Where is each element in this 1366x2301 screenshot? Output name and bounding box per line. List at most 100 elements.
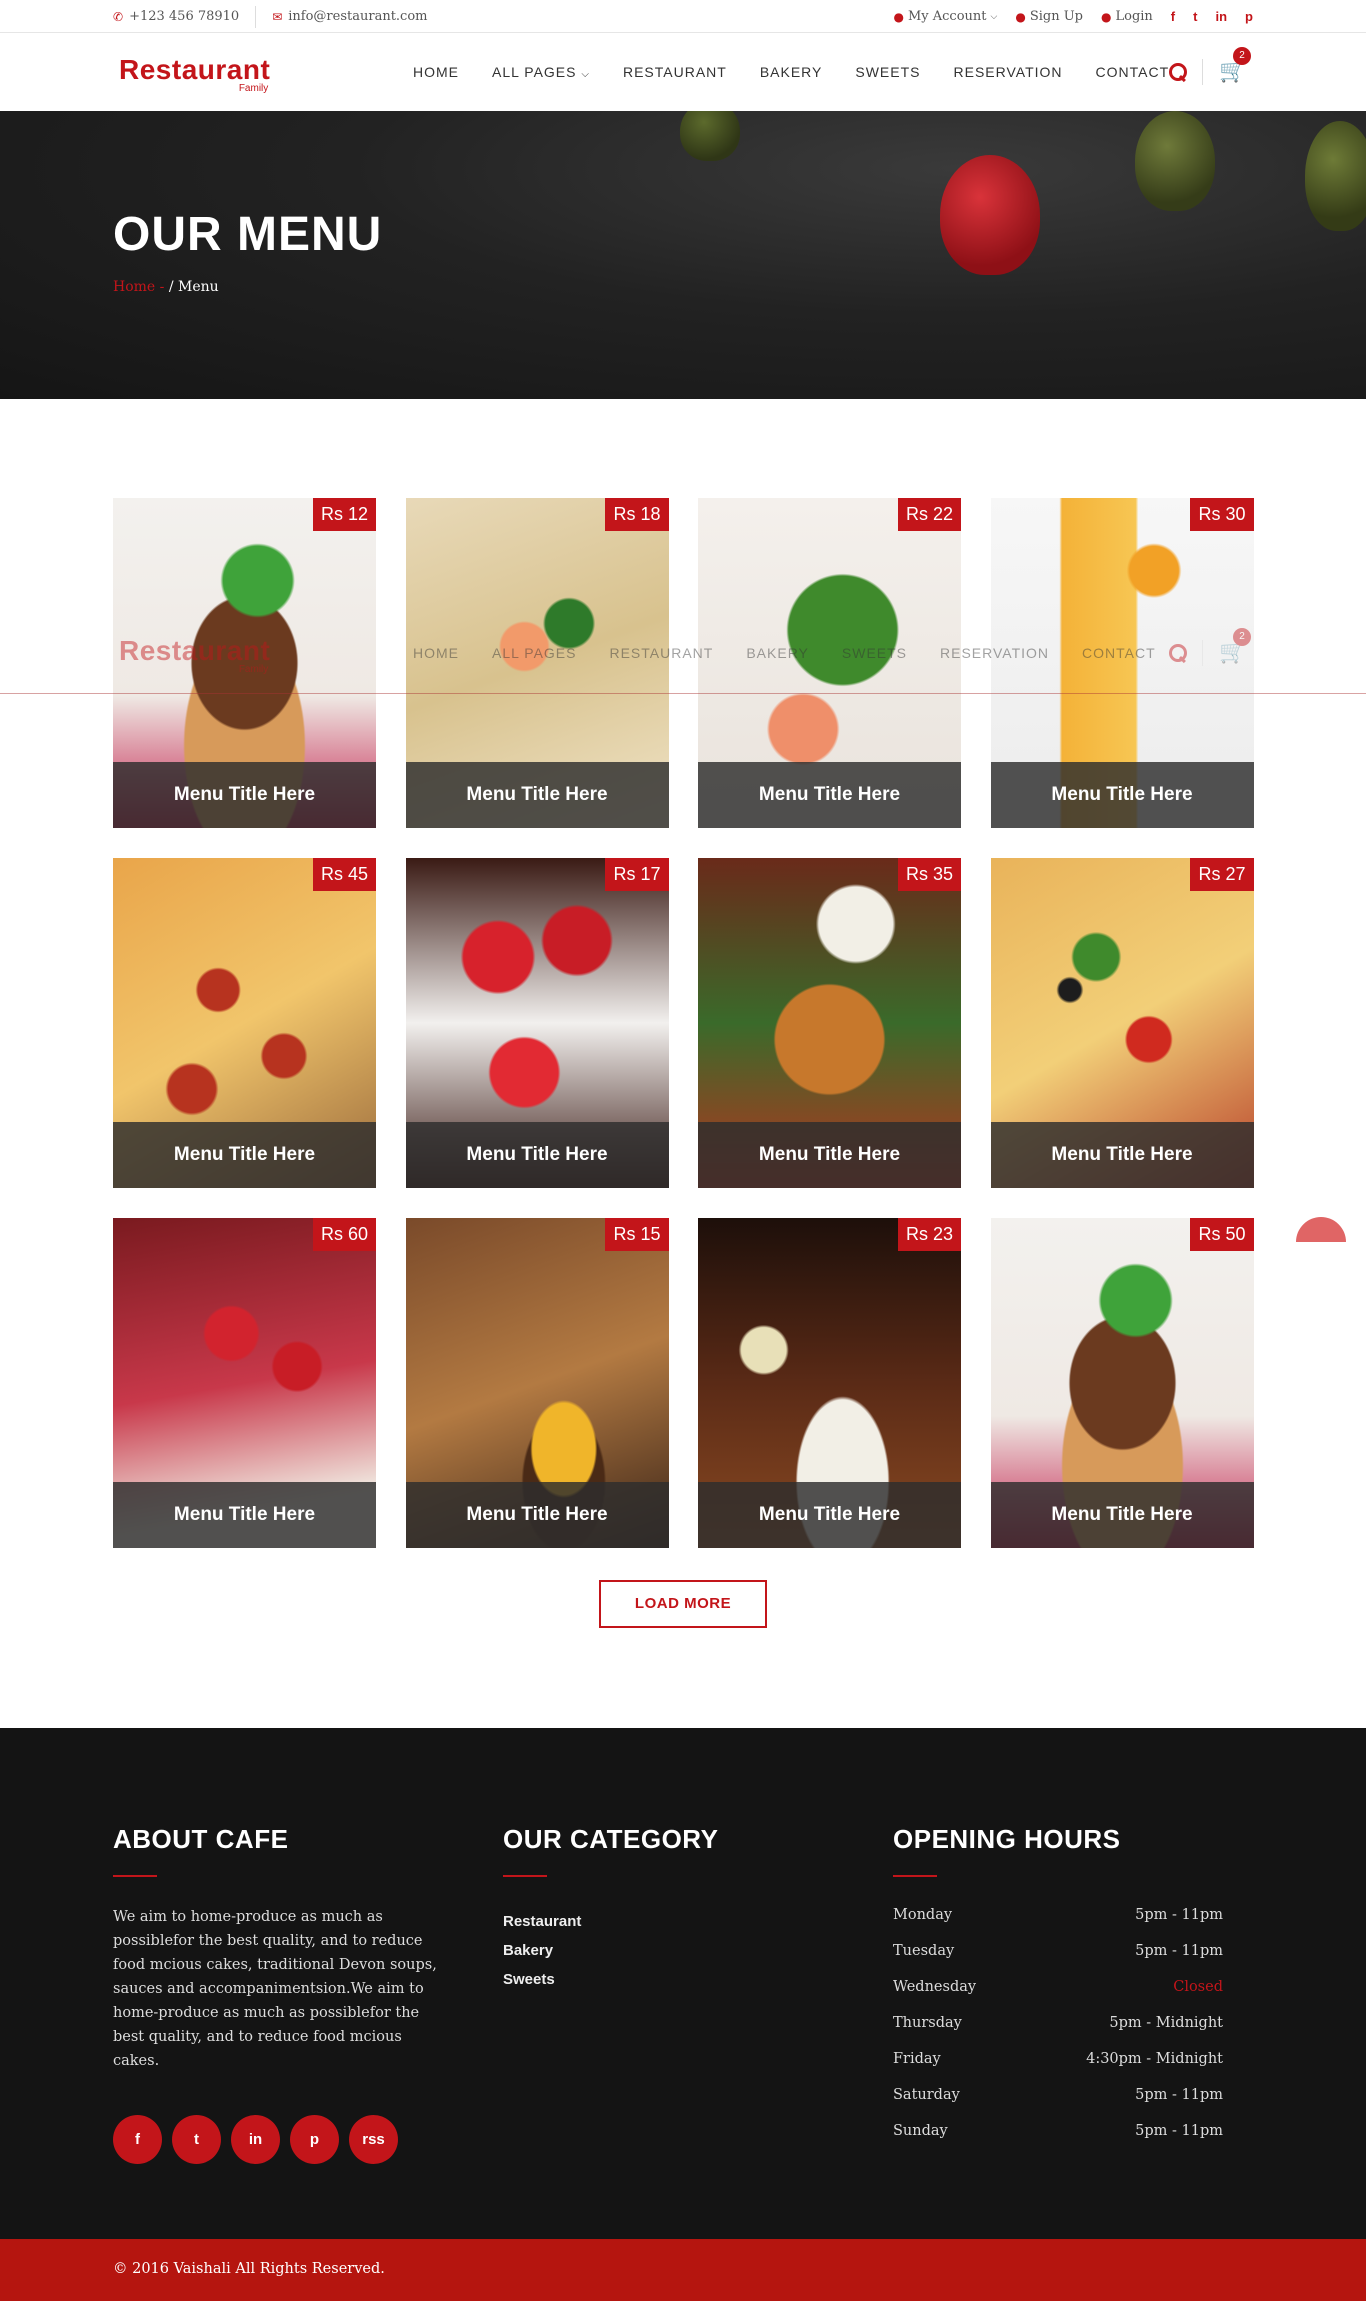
menu-card[interactable]: Rs 15 Menu Title Here: [405, 1218, 669, 1548]
hours-row: Thursday 5pm - Midnight: [893, 2015, 1223, 2051]
menu-card-title[interactable]: Menu Title Here: [990, 762, 1254, 828]
title-underline: [893, 1875, 937, 1877]
nav-all-pages[interactable]: ALL PAGES ⌵: [492, 64, 590, 80]
price-badge: Rs 18: [605, 498, 669, 531]
menu-card[interactable]: Rs 35 Menu Title Here: [698, 858, 961, 1188]
nav-restaurant[interactable]: RESTAURANT: [623, 64, 727, 80]
login-link[interactable]: ● Login: [1101, 9, 1153, 24]
facebook-icon[interactable]: f: [113, 2115, 162, 2164]
menu-card-title[interactable]: Menu Title Here: [405, 762, 669, 828]
my-account-label[interactable]: My Account: [908, 9, 987, 24]
chevron-down-icon: ⌵: [581, 69, 590, 80]
main-menu: HOME ALL PAGES ⌵ RESTAURANT BAKERY SWEET…: [413, 33, 1169, 111]
contact-info: ✆ +123 456 78910 ✉ info@restaurant.com: [113, 0, 428, 33]
facebook-icon[interactable]: f: [1171, 9, 1175, 24]
breadcrumb-home[interactable]: Home -: [113, 279, 164, 295]
copyright-text: © 2016 Vaishali All Rights Reserved.: [113, 2261, 385, 2277]
category-link-restaurant[interactable]: Restaurant: [503, 1907, 718, 1936]
logo-tagline: Family: [238, 83, 269, 94]
menu-card-title[interactable]: Menu Title Here: [698, 1482, 961, 1548]
load-more-button[interactable]: LOAD MORE: [599, 1580, 767, 1628]
price-badge: Rs 27: [1190, 858, 1254, 891]
page-banner: OUR MENU Home - / Menu: [0, 111, 1366, 399]
twitter-icon[interactable]: t: [172, 2115, 221, 2164]
footer-category-title: OUR CATEGORY: [503, 1824, 719, 1854]
price-badge: Rs 17: [605, 858, 669, 891]
main-navbar: Restaurant Family HOME ALL PAGES ⌵ RESTA…: [0, 33, 1366, 111]
nav-contact[interactable]: CONTACT: [1096, 64, 1170, 80]
menu-card-title[interactable]: Menu Title Here: [990, 1122, 1254, 1188]
hours-row: Tuesday 5pm - 11pm: [893, 1943, 1223, 1979]
menu-card-title[interactable]: Menu Title Here: [990, 1482, 1254, 1548]
pinterest-icon[interactable]: p: [1245, 9, 1253, 24]
linkedin-icon[interactable]: in: [231, 2115, 280, 2164]
top-bar: ✆ +123 456 78910 ✉ info@restaurant.com ●…: [0, 0, 1366, 33]
nav-sweets[interactable]: SWEETS: [855, 64, 920, 80]
pinterest-icon[interactable]: p: [290, 2115, 339, 2164]
menu-card[interactable]: Rs 12 Menu Title Here: [113, 498, 376, 828]
menu-card-title[interactable]: Menu Title Here: [698, 762, 961, 828]
scroll-top-button[interactable]: [1296, 1217, 1346, 1242]
hours-day: Thursday: [893, 2015, 962, 2031]
linkedin-icon[interactable]: in: [1215, 9, 1227, 24]
hours-time: 5pm - 11pm: [1135, 1907, 1223, 1923]
site-logo[interactable]: Restaurant Family: [119, 56, 270, 95]
menu-card[interactable]: Rs 45 Menu Title Here: [113, 858, 376, 1188]
cart-icon[interactable]: 🛒 2: [1219, 47, 1251, 83]
sign-up-link[interactable]: ● Sign Up: [1015, 9, 1083, 24]
hours-time: 4:30pm - Midnight: [1086, 2051, 1223, 2067]
menu-card-title[interactable]: Menu Title Here: [113, 1482, 376, 1548]
category-link-sweets[interactable]: Sweets: [503, 1965, 718, 1994]
hours-table: Monday 5pm - 11pm Tuesday 5pm - 11pm Wednesd…: [893, 1907, 1223, 2159]
menu-card[interactable]: Rs 23 Menu Title Here: [698, 1218, 961, 1548]
menu-card[interactable]: Rs 27 Menu Title Here: [990, 858, 1254, 1188]
menu-card[interactable]: Rs 17 Menu Title Here: [405, 858, 669, 1188]
price-badge: Rs 60: [312, 1218, 376, 1251]
menu-card[interactable]: Rs 30 Menu Title Here: [990, 498, 1254, 828]
strawberry-decoration: [1135, 111, 1215, 211]
lock-icon: ●: [1101, 9, 1112, 24]
category-link-bakery[interactable]: Bakery: [503, 1936, 718, 1965]
title-underline: [113, 1875, 157, 1877]
menu-card[interactable]: Rs 18 Menu Title Here: [405, 498, 669, 828]
hours-row: Saturday 5pm - 11pm: [893, 2087, 1223, 2123]
hours-row: Monday 5pm - 11pm: [893, 1907, 1223, 1943]
menu-card-title[interactable]: Menu Title Here: [405, 1122, 669, 1188]
menu-card[interactable]: Rs 50 Menu Title Here: [990, 1218, 1254, 1548]
breadcrumb: Home - / Menu: [113, 279, 219, 295]
nav-all-pages-label[interactable]: ALL PAGES: [492, 64, 576, 80]
my-account-link[interactable]: ● My Account ⌵: [893, 9, 997, 24]
page-title: OUR MENU: [113, 208, 383, 261]
hours-time: Closed: [1173, 1979, 1223, 1995]
email-info[interactable]: ✉ info@restaurant.com: [272, 9, 427, 24]
menu-card[interactable]: Rs 22 Menu Title Here: [698, 498, 961, 828]
nav-actions: 🛒 2: [1168, 47, 1251, 85]
price-badge: Rs 45: [312, 858, 376, 891]
hours-time: 5pm - 11pm: [1135, 2123, 1223, 2139]
hours-day: Wednesday: [893, 1979, 977, 1995]
footer-socials: f t in p rss: [113, 2115, 443, 2164]
footer-about-title: ABOUT CAFE: [113, 1824, 289, 1854]
account-links: ● My Account ⌵ ● Sign Up ● Login f t in …: [893, 0, 1253, 33]
menu-card[interactable]: Rs 60 Menu Title Here: [113, 1218, 376, 1548]
logo-text[interactable]: Restaurant: [119, 56, 270, 84]
search-icon[interactable]: [1168, 62, 1188, 82]
hours-row: Wednesday Closed: [893, 1979, 1223, 2015]
hours-time: 5pm - 11pm: [1135, 1943, 1223, 1959]
login-label[interactable]: Login: [1115, 9, 1152, 24]
menu-card-title[interactable]: Menu Title Here: [405, 1482, 669, 1548]
nav-bakery[interactable]: BAKERY: [760, 64, 823, 80]
sign-up-label[interactable]: Sign Up: [1030, 9, 1083, 24]
rss-icon[interactable]: rss: [349, 2115, 398, 2164]
menu-card-title[interactable]: Menu Title Here: [113, 762, 376, 828]
menu-card-title[interactable]: Menu Title Here: [113, 1122, 376, 1188]
phone-info: ✆ +123 456 78910: [113, 9, 239, 24]
nav-reservation[interactable]: RESERVATION: [954, 64, 1063, 80]
hours-time: 5pm - Midnight: [1109, 2015, 1223, 2031]
nav-home[interactable]: HOME: [413, 64, 459, 80]
twitter-icon[interactable]: t: [1193, 9, 1197, 24]
menu-card-title[interactable]: Menu Title Here: [698, 1122, 961, 1188]
footer-category: OUR CATEGORY Restaurant Bakery Sweets: [503, 1824, 718, 1994]
email-address[interactable]: info@restaurant.com: [288, 9, 427, 24]
envelope-icon: ✉: [272, 9, 283, 24]
